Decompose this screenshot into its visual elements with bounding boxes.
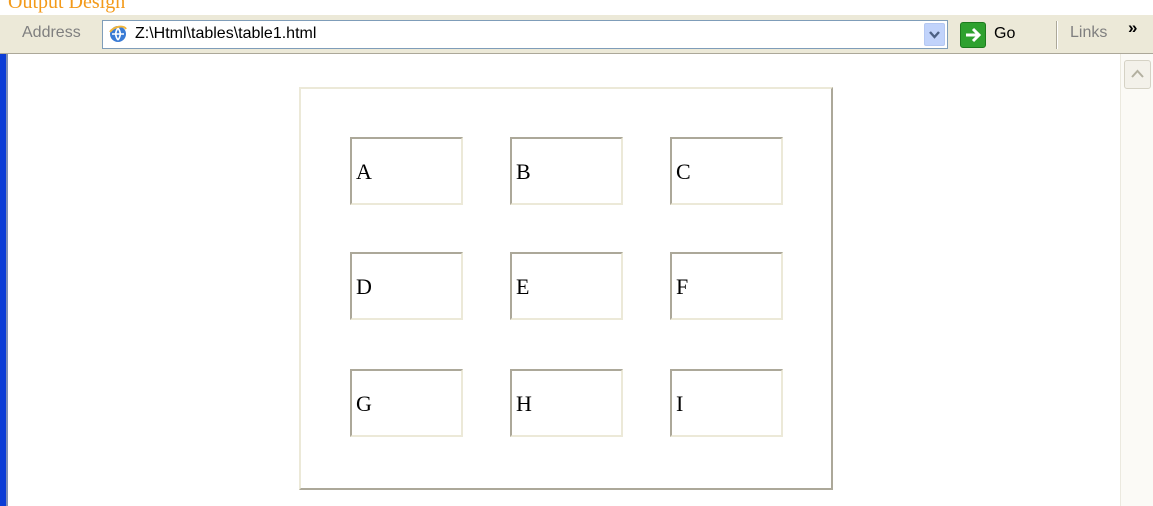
vertical-scrollbar[interactable]: [1120, 54, 1153, 506]
page-heading: Output Design: [0, 0, 1153, 14]
page-heading-text: Output Design: [8, 0, 126, 13]
go-button[interactable]: Go: [960, 20, 1030, 50]
table-cell: D: [350, 252, 463, 320]
letter-table: A B C D E F G H I: [299, 87, 833, 490]
cell-text: D: [356, 274, 372, 299]
address-input[interactable]: Z:\Html\tables\table1.html: [102, 20, 948, 49]
address-dropdown-button[interactable]: [924, 23, 945, 46]
address-url: Z:\Html\tables\table1.html: [135, 25, 317, 42]
table-cell: B: [510, 137, 623, 205]
cell-text: B: [516, 159, 531, 184]
table-cell: G: [350, 369, 463, 437]
table-cell: H: [510, 369, 623, 437]
window-left-border: [0, 54, 8, 506]
address-bar: Address Z:\Html\tables\table1.html Go Li…: [0, 14, 1153, 54]
links-button[interactable]: Links: [1070, 24, 1107, 42]
table-cell: A: [350, 137, 463, 205]
internet-explorer-icon: [109, 25, 127, 42]
cell-text: C: [676, 159, 691, 184]
go-label: Go: [994, 25, 1016, 42]
scroll-up-button[interactable]: [1124, 60, 1151, 89]
cell-text: G: [356, 391, 372, 416]
cell-text: A: [356, 159, 372, 184]
toolbar-separator: [1056, 21, 1057, 49]
table-cell: E: [510, 252, 623, 320]
table-cell: C: [670, 137, 783, 205]
address-label: Address: [22, 24, 81, 41]
cell-text: H: [516, 391, 532, 416]
go-arrow-icon: [960, 22, 986, 48]
cell-text: E: [516, 274, 530, 299]
chevron-down-icon: [929, 31, 940, 39]
cell-text: F: [676, 274, 689, 299]
chevron-more-icon[interactable]: »: [1128, 18, 1137, 38]
table-cell: I: [670, 369, 783, 437]
table-cell: F: [670, 252, 783, 320]
chevron-up-icon: [1131, 69, 1144, 78]
cell-text: I: [676, 391, 684, 416]
